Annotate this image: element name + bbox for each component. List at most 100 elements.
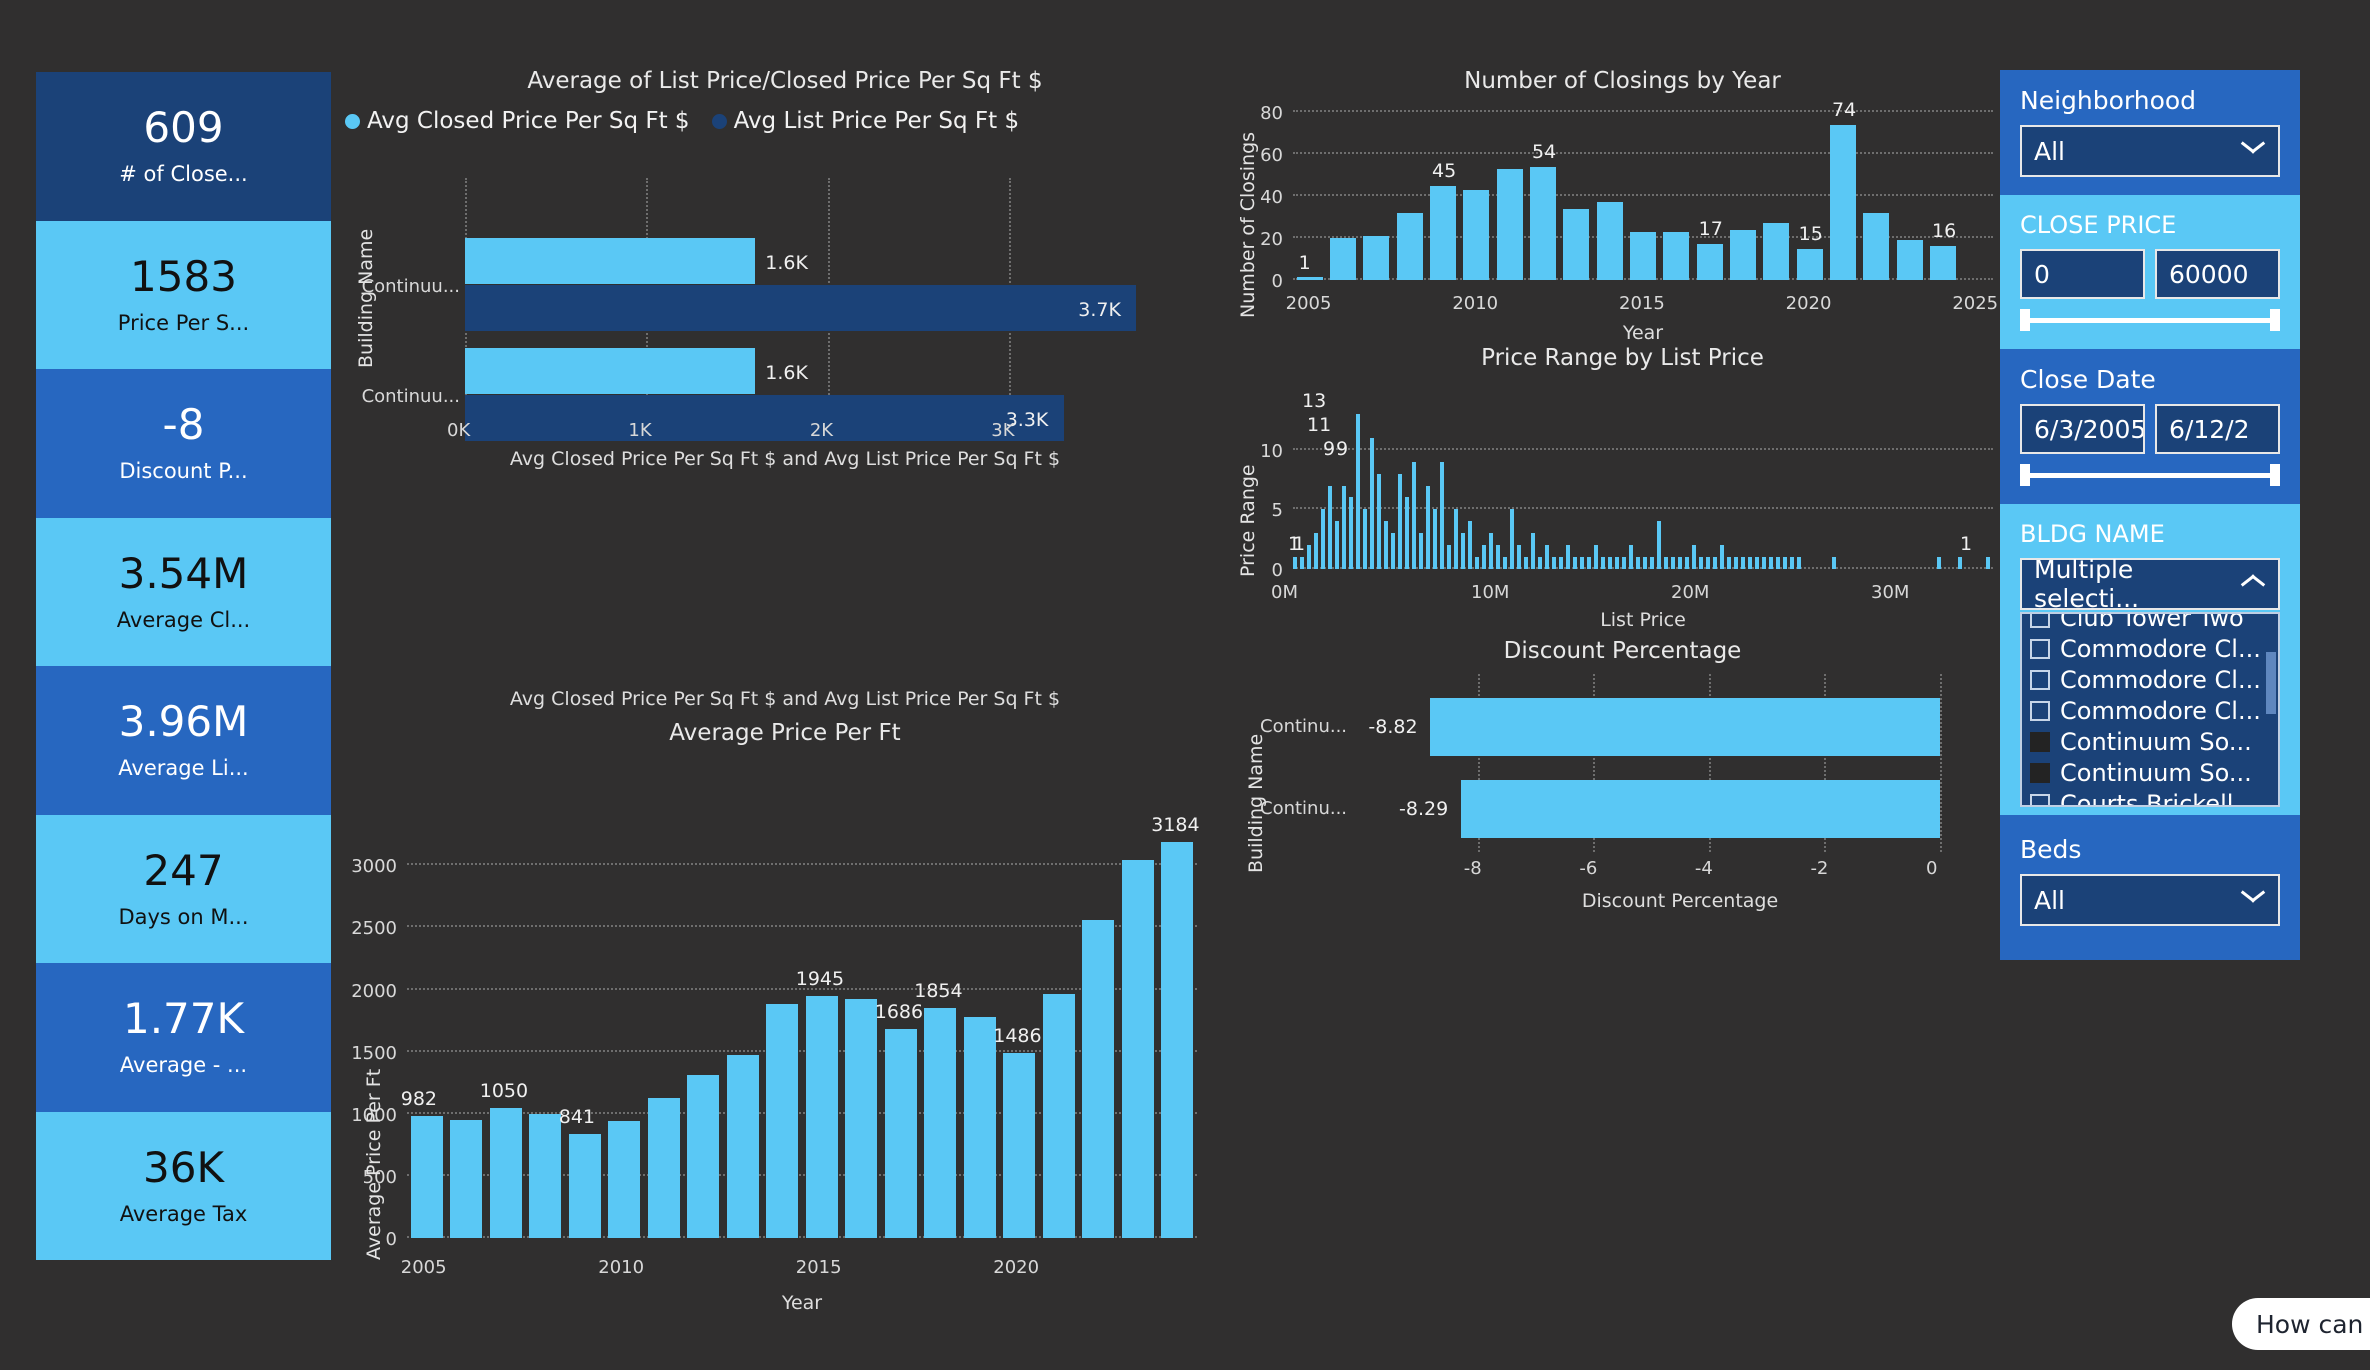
bar-closings[interactable] (1796, 248, 1823, 280)
kpi-card-1[interactable]: 1583 Price Per S... (36, 220, 331, 369)
bar-price-range[interactable] (1629, 545, 1633, 569)
bar-avg-list-price[interactable] (465, 285, 1137, 331)
bar-price-range[interactable] (1783, 557, 1787, 569)
bar-price-range[interactable] (1776, 557, 1780, 569)
bar-price-range[interactable] (1580, 557, 1584, 569)
bar-avg-price[interactable] (647, 1097, 680, 1238)
bar-price-range[interactable] (1356, 414, 1360, 569)
bldg-name-option[interactable]: Commodore Cl... (2022, 633, 2278, 664)
bar-avg-price[interactable] (963, 1016, 996, 1238)
bar-price-range[interactable] (1419, 533, 1423, 569)
bar-price-range[interactable] (1468, 521, 1472, 569)
bar-price-range[interactable] (1692, 545, 1696, 569)
bar-price-range[interactable] (1363, 509, 1367, 569)
bar-price-range[interactable] (1433, 509, 1437, 569)
bar-price-range[interactable] (1426, 485, 1430, 569)
bar-price-range[interactable] (1349, 497, 1353, 569)
chart-price-range-by-list-price[interactable]: Price Range by List Price 0 5 10 13 11 9 9 1 1 1 0… (1235, 345, 2010, 631)
bar-price-range[interactable] (1370, 437, 1374, 569)
bar-discount[interactable] (1461, 780, 1940, 838)
bar-price-range[interactable] (1734, 557, 1738, 569)
bar-price-range[interactable] (1657, 521, 1661, 569)
bar-price-range[interactable] (1755, 557, 1759, 569)
bar-price-range[interactable] (1727, 557, 1731, 569)
bar-price-range[interactable] (1405, 497, 1409, 569)
bar-price-range[interactable] (1664, 557, 1668, 569)
bar-closings[interactable] (1530, 166, 1556, 280)
bar-avg-price[interactable] (1121, 860, 1154, 1238)
bldg-name-option[interactable]: Club Tower Two (2022, 614, 2278, 633)
bar-price-range[interactable] (1643, 557, 1647, 569)
bar-price-range[interactable] (1741, 557, 1745, 569)
checkbox-icon[interactable] (2030, 638, 2050, 659)
bar-price-range[interactable] (1552, 557, 1556, 569)
bar-avg-price[interactable] (450, 1119, 483, 1238)
list-scrollbar-thumb[interactable] (2266, 652, 2276, 714)
slider-handle-start[interactable] (2020, 464, 2030, 486)
bar-avg-price[interactable] (766, 1004, 799, 1238)
bar-avg-price[interactable] (1042, 993, 1075, 1238)
bar-closings[interactable] (1696, 244, 1723, 280)
close-price-slider[interactable] (2020, 309, 2280, 331)
bar-avg-closed-price[interactable] (465, 348, 756, 394)
copilot-chat-bubble[interactable]: How can I (2232, 1298, 2370, 1350)
bar-price-range[interactable] (1482, 545, 1486, 569)
bar-closings[interactable] (1330, 238, 1356, 280)
bar-price-range[interactable] (1601, 557, 1605, 569)
bar-avg-price[interactable] (1003, 1053, 1036, 1238)
checkbox-icon[interactable] (2030, 669, 2050, 690)
bar-price-range[interactable] (1335, 521, 1339, 569)
bar-avg-price[interactable] (410, 1116, 443, 1238)
bar-price-range[interactable] (1797, 557, 1801, 569)
bar-avg-price[interactable] (924, 1007, 957, 1238)
bar-price-range[interactable] (1510, 509, 1514, 569)
bar-avg-closed-price[interactable] (465, 238, 756, 284)
bar-price-range[interactable] (1608, 557, 1612, 569)
chart-discount-percentage[interactable]: Discount Percentage -8 -6 -4 -2 0 Continu... -… (1235, 638, 2010, 912)
bar-price-range[interactable] (1489, 533, 1493, 569)
bar-price-range[interactable] (1622, 557, 1626, 569)
bar-price-range[interactable] (1699, 557, 1703, 569)
checkbox-icon[interactable] (2030, 614, 2050, 628)
bar-closings[interactable] (1863, 212, 1890, 280)
bar-price-range[interactable] (1587, 557, 1591, 569)
bar-price-range[interactable] (1720, 545, 1724, 569)
close-date-slider[interactable] (2020, 464, 2280, 486)
bar-price-range[interactable] (1706, 557, 1710, 569)
bar-closings[interactable] (1830, 124, 1856, 280)
close-date-end-input[interactable]: 6/12/2 (2155, 404, 2280, 454)
bldg-name-select[interactable]: Multiple selecti... (2020, 555, 2280, 613)
bldg-name-option[interactable]: Continuum So... (2022, 757, 2278, 788)
bar-price-range[interactable] (1307, 545, 1311, 569)
bar-price-range[interactable] (1517, 545, 1521, 569)
bar-price-range[interactable] (1454, 509, 1458, 569)
bar-price-range[interactable] (1615, 557, 1619, 569)
bar-price-range[interactable] (1559, 557, 1563, 569)
chart-average-price-per-ft[interactable]: Avg Closed Price Per Sq Ft $ and Avg Lis… (345, 688, 1225, 1360)
bar-price-range[interactable] (1440, 461, 1444, 569)
bar-closings[interactable] (1596, 202, 1623, 280)
bar-avg-price[interactable] (1082, 919, 1115, 1238)
bar-price-range[interactable] (1314, 533, 1318, 569)
bar-closings[interactable] (1363, 235, 1390, 280)
bar-avg-price[interactable] (529, 1113, 562, 1238)
bar-price-range[interactable] (1713, 557, 1717, 569)
bar-avg-price[interactable] (845, 999, 878, 1238)
bar-price-range[interactable] (1538, 557, 1542, 569)
close-price-min-input[interactable]: 0 (2020, 249, 2145, 299)
bar-price-range[interactable] (1496, 545, 1500, 569)
bar-price-range[interactable] (1398, 473, 1402, 569)
bar-price-range[interactable] (1769, 557, 1773, 569)
chart-number-of-closings-by-year[interactable]: Number of Closings by Year 0 20 40 60 80 1 45 5… (1235, 68, 2010, 344)
bar-closings[interactable] (1496, 168, 1523, 280)
bldg-name-option[interactable]: Commodore Cl... (2022, 695, 2278, 726)
checkbox-icon[interactable] (2030, 731, 2050, 752)
chart-average-list-vs-closed-price-per-sqft[interactable]: Average of List Price/Closed Price Per S… (345, 68, 1225, 493)
bar-avg-price[interactable] (726, 1055, 759, 1238)
bar-avg-price[interactable] (884, 1028, 917, 1238)
kpi-card-6[interactable]: 1.77K Average - ... (36, 963, 331, 1112)
bar-price-range[interactable] (1650, 557, 1654, 569)
bar-closings[interactable] (1296, 277, 1323, 280)
bar-price-range[interactable] (1986, 557, 1990, 569)
kpi-card-3[interactable]: 3.54M Average Cl... (36, 517, 331, 666)
